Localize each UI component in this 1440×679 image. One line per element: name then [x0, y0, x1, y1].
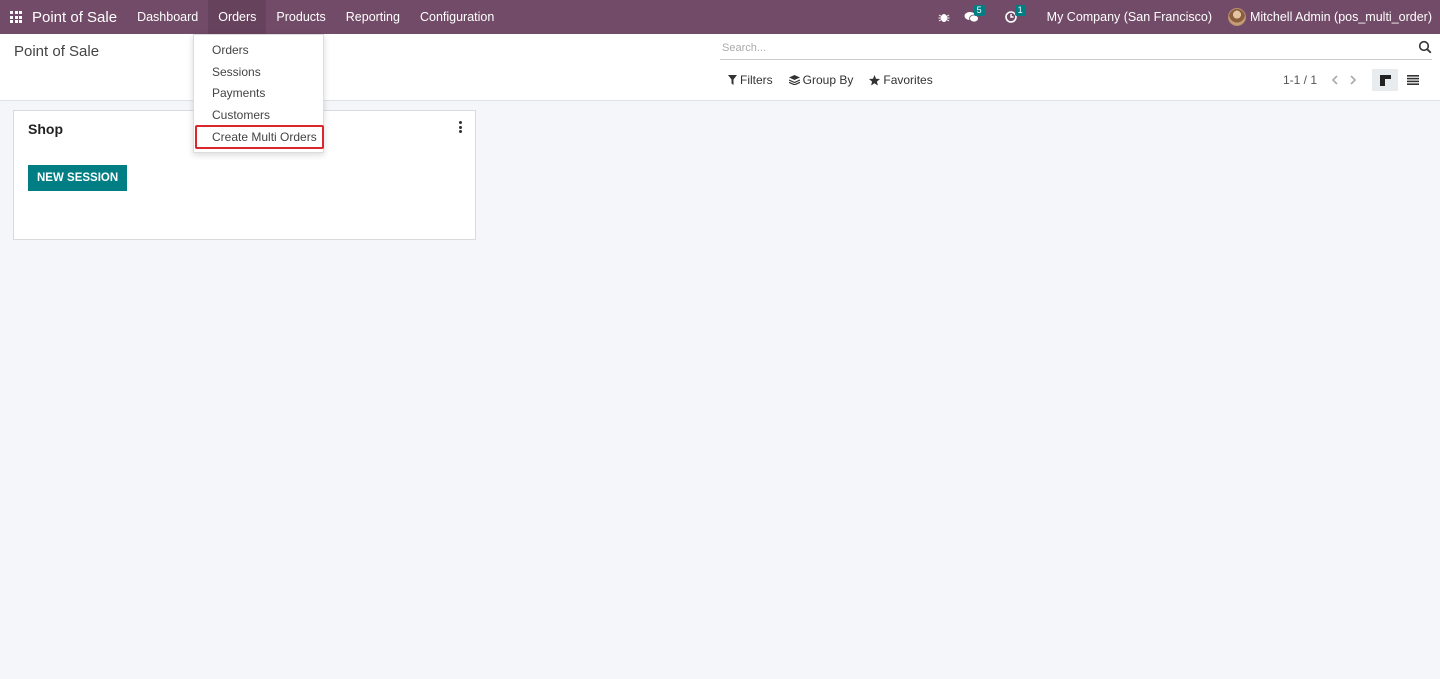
menu-dashboard[interactable]: Dashboard: [127, 0, 208, 34]
filter-icon: [728, 75, 737, 85]
filters-label: Filters: [740, 73, 773, 87]
menu-configuration[interactable]: Configuration: [410, 0, 504, 34]
dropdown-item-orders[interactable]: Orders: [194, 40, 323, 61]
navbar-systray: 5 1 My Company (San Francisco) Mitchell …: [924, 0, 1432, 34]
favorites-button[interactable]: Favorites: [869, 73, 933, 87]
apps-icon[interactable]: [10, 11, 22, 23]
pager: 1-1 / 1: [1283, 73, 1357, 87]
new-session-button[interactable]: NEW SESSION: [28, 165, 128, 191]
pager-value[interactable]: 1-1 / 1: [1283, 73, 1317, 87]
layers-icon: [788, 75, 800, 85]
dropdown-item-sessions[interactable]: Sessions: [194, 62, 323, 83]
menu-reporting[interactable]: Reporting: [336, 0, 410, 34]
group-by-button[interactable]: Group By: [788, 73, 854, 87]
list-view-button[interactable]: [1404, 69, 1422, 91]
favorites-label: Favorites: [883, 73, 933, 87]
search-icon[interactable]: [1418, 40, 1432, 54]
chevron-right-icon[interactable]: [1349, 75, 1357, 85]
menu-orders[interactable]: Orders: [208, 0, 267, 34]
chevron-left-icon[interactable]: [1331, 75, 1339, 85]
kanban-icon: [1379, 74, 1391, 86]
clock-icon[interactable]: 1: [1004, 5, 1026, 23]
menu-products[interactable]: Products: [266, 0, 335, 34]
group-by-label: Group By: [802, 73, 854, 87]
activities-badge: 1: [1014, 5, 1026, 16]
search-bar: [720, 38, 1432, 60]
dropdown-item-customers[interactable]: Customers: [194, 105, 323, 126]
search-options: Filters Group By Favorites: [728, 73, 949, 87]
messages-badge: 5: [973, 5, 985, 16]
user-menu[interactable]: Mitchell Admin (pos_multi_order): [1250, 10, 1432, 24]
orders-dropdown: Orders Sessions Payments Customers Creat…: [193, 34, 324, 153]
card-title[interactable]: Shop: [28, 121, 63, 137]
page-title: Point of Sale: [14, 43, 100, 60]
top-navbar: Point of Sale Dashboard Orders Products …: [0, 0, 1440, 34]
kanban-view-button[interactable]: [1372, 69, 1398, 91]
search-input[interactable]: [720, 38, 1400, 58]
app-brand[interactable]: Point of Sale: [32, 9, 117, 26]
star-icon: [869, 74, 881, 85]
avatar[interactable]: [1227, 8, 1246, 26]
dropdown-item-create-multi-orders[interactable]: Create Multi Orders: [195, 125, 324, 149]
list-icon: [1407, 75, 1419, 85]
bug-icon[interactable]: [938, 11, 950, 23]
filters-button[interactable]: Filters: [728, 73, 773, 87]
chat-icon[interactable]: 5: [964, 5, 985, 23]
dropdown-item-payments[interactable]: Payments: [194, 83, 323, 104]
card-kebab-icon[interactable]: [459, 121, 463, 135]
company-switcher[interactable]: My Company (San Francisco): [1047, 10, 1212, 24]
main-menu: Dashboard Orders Products Reporting Conf…: [127, 0, 504, 34]
